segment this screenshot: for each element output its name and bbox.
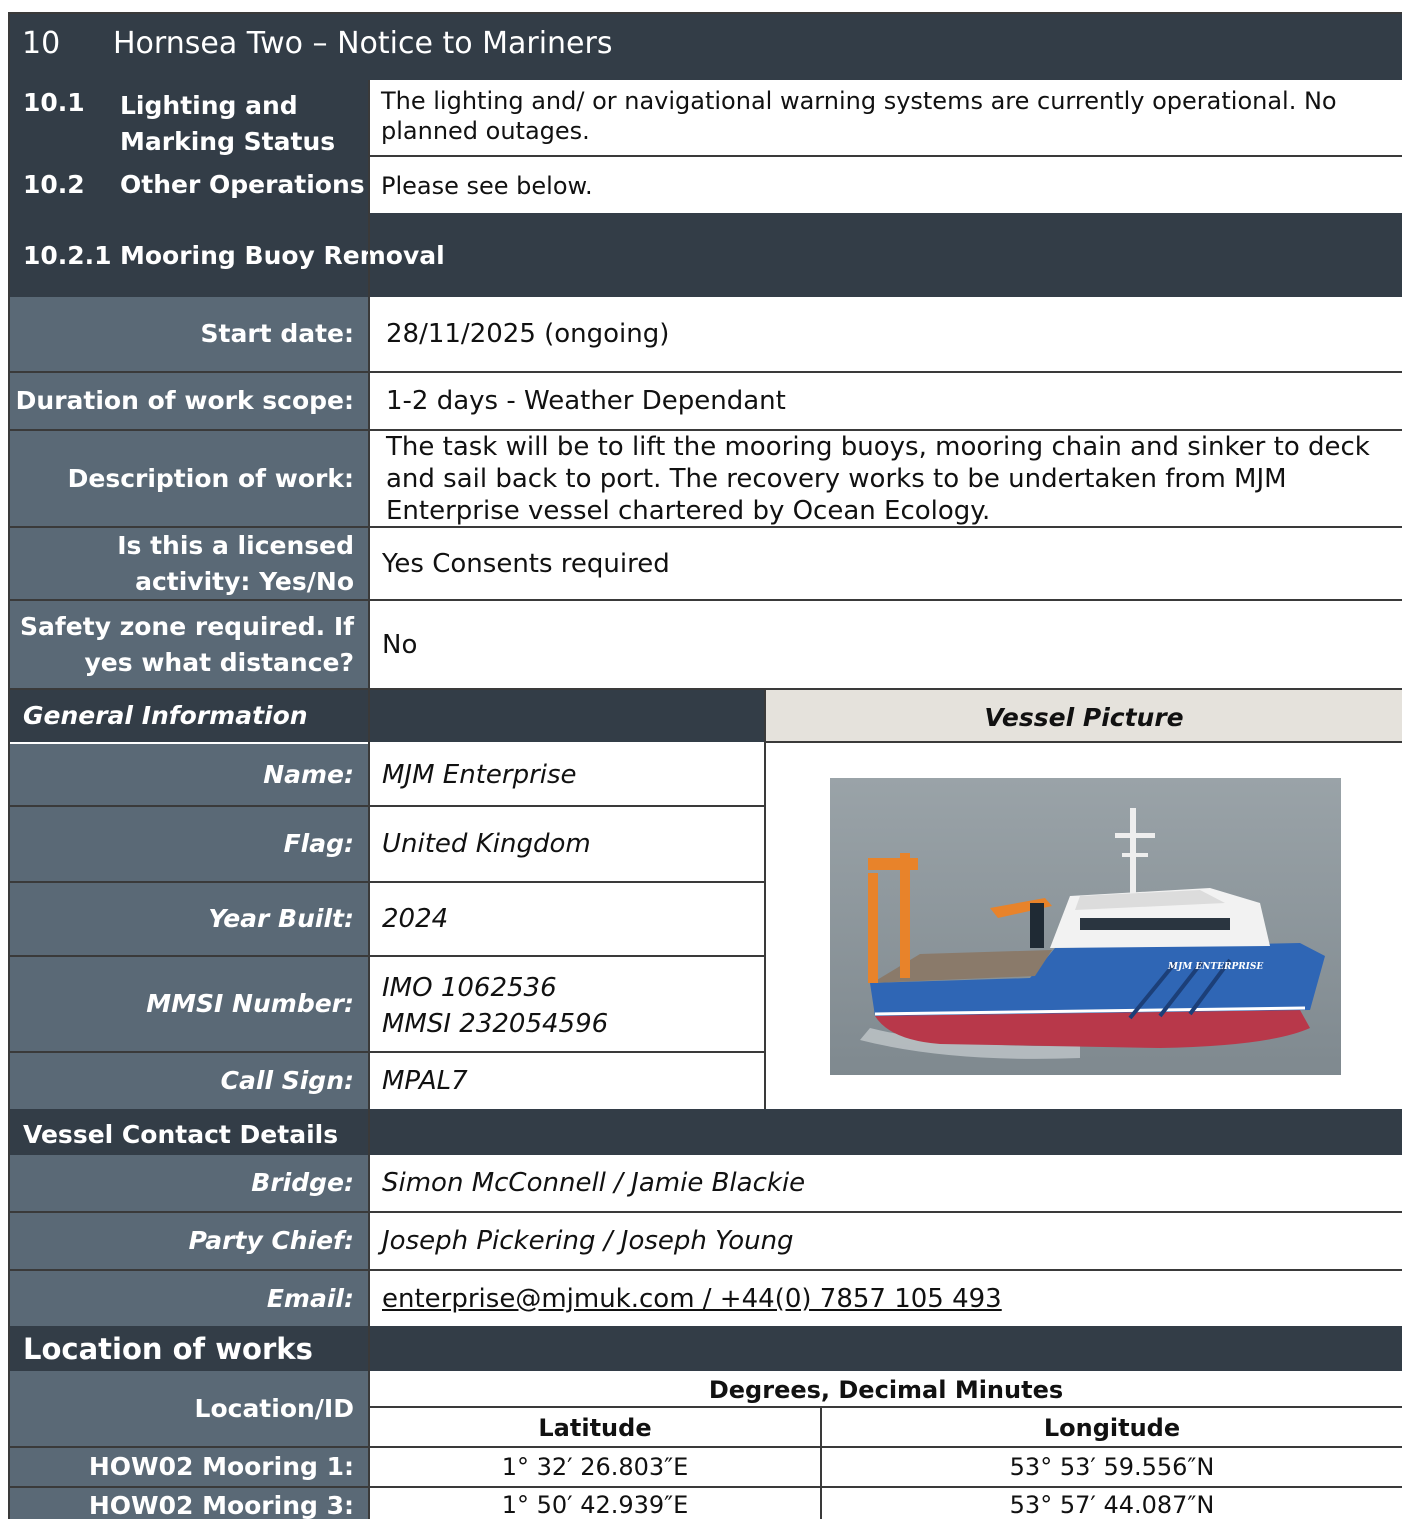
location-row-1-lat: 1° 32′ 26.803″E bbox=[501, 1453, 689, 1481]
location-row-2-id: HOW02 Mooring 3: bbox=[10, 1488, 368, 1519]
vessel-picture-header: Vessel Picture bbox=[766, 690, 1402, 742]
status-1-number: 10.1 bbox=[23, 88, 85, 117]
location-id-header: Location/ID bbox=[10, 1371, 368, 1447]
bridge-label: Bridge: bbox=[10, 1155, 368, 1211]
general-info-header: General Information bbox=[10, 690, 764, 742]
duration-value: 1-2 days - Weather Dependant bbox=[386, 386, 786, 416]
divider bbox=[10, 955, 766, 957]
mmsi-value: IMO 1062536 MMSI 232054596 bbox=[370, 970, 762, 1042]
status-labels: 10.1 Lighting and Marking Status 10.2 Ot… bbox=[10, 80, 368, 213]
divider bbox=[370, 1406, 1402, 1408]
email-label: Email: bbox=[10, 1271, 368, 1326]
year-built-label: Year Built: bbox=[10, 883, 368, 955]
party-chief-value: Joseph Pickering / Joseph Young bbox=[382, 1226, 794, 1256]
description-label: Description of work: bbox=[10, 431, 368, 526]
location-row-1-lon: 53° 53′ 59.556″N bbox=[1009, 1453, 1215, 1481]
label-column-divider bbox=[368, 80, 370, 1519]
longitude-header: Longitude bbox=[1043, 1414, 1181, 1442]
location-row-1-id: HOW02 Mooring 1: bbox=[10, 1448, 368, 1486]
divider bbox=[766, 741, 1402, 743]
section-number: 10 bbox=[22, 26, 61, 61]
mmsi-number: MMSI 232054596 bbox=[382, 1009, 609, 1039]
lighting-status-value: The lighting and/ or navigational warnin… bbox=[381, 87, 1337, 145]
licensed-label: Is this a licensed activity: Yes/No bbox=[10, 528, 368, 599]
operation-header: 10.2.1 Mooring Buoy Removal bbox=[10, 213, 1402, 297]
operation-number: 10.2.1 bbox=[23, 241, 112, 270]
safety-zone-label: Safety zone required. If yes what distan… bbox=[10, 601, 368, 688]
section-header: 10 Hornsea Two – Notice to Mariners bbox=[10, 14, 1402, 80]
divider bbox=[370, 155, 1402, 157]
flag-value: United Kingdom bbox=[382, 829, 591, 859]
status-2-number: 10.2 bbox=[23, 170, 85, 199]
divider bbox=[764, 690, 766, 1109]
start-date-label: Start date: bbox=[10, 297, 368, 371]
location-row-2-lon: 53° 57′ 44.087″N bbox=[1009, 1491, 1215, 1519]
call-sign-label: Call Sign: bbox=[10, 1053, 368, 1109]
licensed-value: Yes Consents required bbox=[382, 548, 670, 579]
safety-zone-value: No bbox=[382, 629, 418, 660]
flag-label: Flag: bbox=[10, 807, 368, 881]
party-chief-label: Party Chief: bbox=[10, 1213, 368, 1269]
year-built-value: 2024 bbox=[382, 904, 449, 934]
vessel-photo: MJM ENTERPRISE bbox=[830, 778, 1341, 1075]
mmsi-label: MMSI Number: bbox=[10, 957, 368, 1051]
operation-title: Mooring Buoy Removal bbox=[120, 241, 445, 270]
description-value: The task will be to lift the mooring buo… bbox=[386, 431, 1370, 526]
status-1-label: Lighting and Marking Status bbox=[120, 91, 336, 156]
coord-format-header: Degrees, Decimal Minutes bbox=[708, 1376, 1064, 1404]
hull-name-text: MJM ENTERPRISE bbox=[1167, 962, 1263, 972]
vessel-name-label: Name: bbox=[10, 744, 368, 805]
duration-label: Duration of work scope: bbox=[10, 373, 368, 429]
section-title: Hornsea Two – Notice to Mariners bbox=[113, 26, 613, 61]
vessel-illustration: MJM ENTERPRISE bbox=[830, 778, 1341, 1075]
call-sign-value: MPAL7 bbox=[382, 1066, 468, 1096]
latitude-header: Latitude bbox=[538, 1414, 652, 1442]
contact-header: Vessel Contact Details bbox=[10, 1109, 1402, 1155]
vessel-name-value: MJM Enterprise bbox=[382, 759, 577, 790]
status-2-label: Other Operations bbox=[120, 170, 365, 199]
location-header: Location of works bbox=[10, 1326, 1402, 1371]
bridge-value: Simon McConnell / Jamie Blackie bbox=[382, 1168, 806, 1198]
email-link[interactable]: enterprise@mjmuk.com / +44(0) 7857 105 4… bbox=[370, 1271, 1390, 1326]
start-date-value: 28/11/2025 (ongoing) bbox=[386, 319, 670, 349]
location-row-2-lat: 1° 50′ 42.939″E bbox=[501, 1491, 689, 1519]
other-operations-value: Please see below. bbox=[381, 172, 593, 200]
imo-number: IMO 1062536 bbox=[382, 973, 557, 1003]
